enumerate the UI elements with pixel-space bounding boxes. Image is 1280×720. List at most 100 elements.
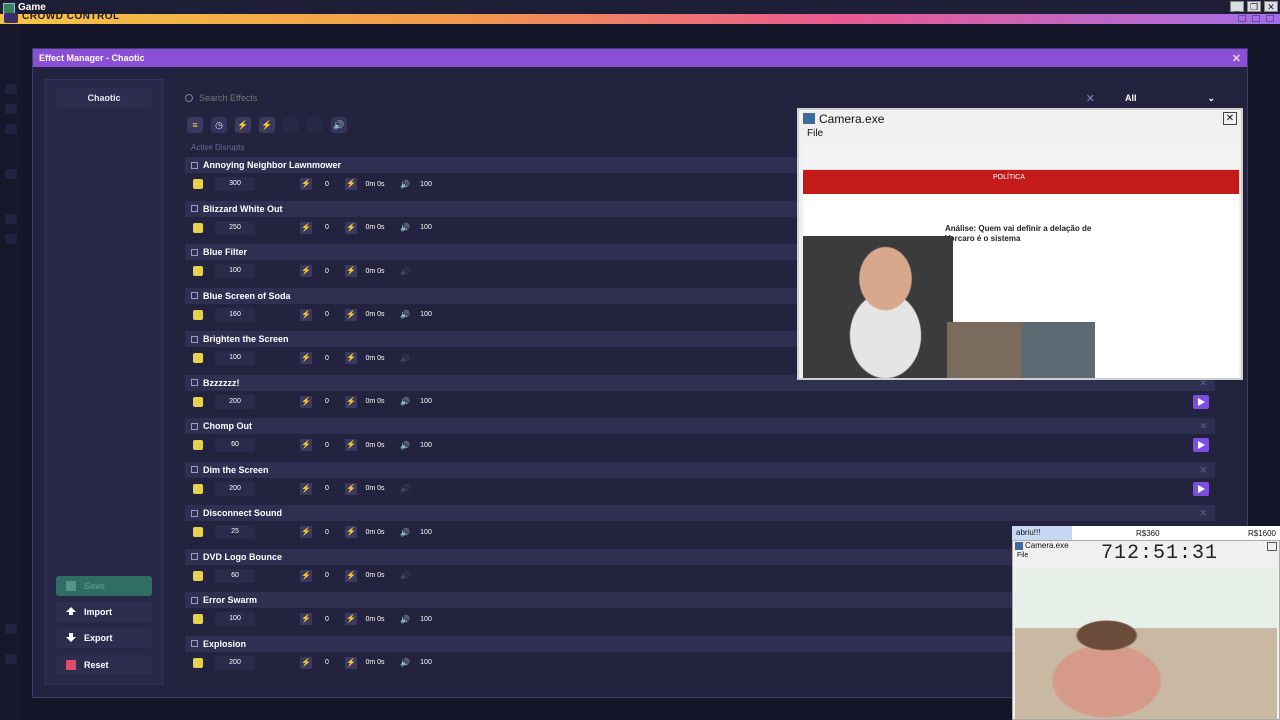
cost-input[interactable]: 160: [215, 307, 255, 322]
coin-icon[interactable]: ≡: [187, 117, 203, 133]
volume-value[interactable]: 100: [413, 311, 439, 318]
cost-input[interactable]: 100: [215, 351, 255, 365]
rail-icon[interactable]: [5, 654, 17, 664]
volume-value[interactable]: 100: [413, 659, 439, 666]
camera-menu-file[interactable]: File: [799, 128, 1241, 142]
app-close-icon[interactable]: [1266, 15, 1274, 22]
cooldown-value[interactable]: 0: [317, 224, 337, 231]
cooldown-value[interactable]: 0: [317, 355, 337, 362]
rail-icon[interactable]: [5, 624, 17, 634]
cooldown-value[interactable]: 0: [317, 268, 337, 275]
app-window-controls: [1238, 15, 1274, 22]
effect-type-icon: [191, 161, 198, 169]
duration-value[interactable]: 0m 0s: [362, 442, 388, 449]
camera2-close-button[interactable]: ✕: [1267, 542, 1277, 551]
overlay-price-1: R$360: [1136, 529, 1160, 538]
cost-input[interactable]: 200: [215, 481, 255, 496]
cooldown-value[interactable]: 0: [317, 181, 337, 188]
duration-value[interactable]: 0m 0s: [362, 485, 388, 492]
cost-input[interactable]: 60: [215, 438, 255, 452]
clear-search-button[interactable]: ✕: [1086, 92, 1095, 105]
volume-value[interactable]: 100: [413, 529, 439, 536]
maximize-button[interactable]: ❐: [1247, 1, 1261, 12]
duration-value[interactable]: 0m 0s: [362, 311, 388, 318]
effect-type-icon: [191, 509, 198, 517]
save-button[interactable]: Save: [56, 576, 152, 596]
effect-name: Annoying Neighbor Lawnmower: [203, 160, 342, 170]
rail-icon[interactable]: [5, 214, 17, 224]
disabled-icon[interactable]: [307, 117, 323, 133]
remove-effect-icon[interactable]: ✕: [1199, 421, 1207, 432]
bolt-plus-icon[interactable]: ⚡: [259, 117, 275, 133]
remove-effect-icon[interactable]: ✕: [1199, 508, 1207, 519]
duration-value[interactable]: 0m 0s: [362, 398, 388, 405]
duration-value[interactable]: 0m 0s: [362, 616, 388, 623]
cost-input[interactable]: 300: [215, 177, 255, 191]
volume-value[interactable]: 100: [413, 181, 439, 188]
disabled-icon[interactable]: [283, 117, 299, 133]
cooldown-value[interactable]: 0: [317, 529, 337, 536]
volume-icon: 🔊: [400, 440, 410, 450]
duration-value[interactable]: 0m 0s: [362, 659, 388, 666]
play-test-button[interactable]: [1193, 481, 1209, 496]
volume-value[interactable]: 100: [413, 398, 439, 405]
bolt-icon[interactable]: ⚡: [235, 117, 251, 133]
volume-icon[interactable]: 🔊: [331, 117, 347, 133]
filter-dropdown[interactable]: All ⌄: [1121, 89, 1221, 107]
effect-type-icon: [191, 422, 198, 430]
effect-header[interactable]: Chomp Out ✕: [185, 418, 1215, 434]
cost-input[interactable]: 200: [215, 394, 255, 409]
cost-input[interactable]: 100: [215, 264, 255, 278]
cooldown-value[interactable]: 0: [317, 616, 337, 623]
cooldown-value[interactable]: 0: [317, 311, 337, 318]
bolt-icon: ⚡: [300, 395, 312, 408]
dialog-close-button[interactable]: ✕: [1232, 52, 1241, 65]
volume-value[interactable]: 100: [413, 616, 439, 623]
duration-value[interactable]: 0m 0s: [362, 268, 388, 275]
cost-input[interactable]: 25: [215, 525, 255, 539]
cooldown-value[interactable]: 0: [317, 659, 337, 666]
minimize-button[interactable]: _: [1230, 1, 1244, 12]
cost-input[interactable]: 100: [215, 612, 255, 626]
app-maximize-icon[interactable]: [1252, 15, 1260, 22]
dialog-title: Effect Manager - Chaotic: [39, 53, 145, 63]
duration-value[interactable]: 0m 0s: [362, 572, 388, 579]
duration-value[interactable]: 0m 0s: [362, 529, 388, 536]
duration-value[interactable]: 0m 0s: [362, 181, 388, 188]
clock-icon[interactable]: ◷: [211, 117, 227, 133]
profile-item-chaotic[interactable]: Chaotic: [56, 88, 152, 108]
play-test-button[interactable]: [1193, 394, 1209, 409]
play-test-button[interactable]: [1193, 438, 1209, 452]
import-button[interactable]: Import: [56, 602, 152, 622]
volume-icon: 🔊: [400, 658, 410, 667]
close-window-button[interactable]: ✕: [1264, 1, 1278, 12]
effect-name: Chomp Out: [203, 421, 252, 431]
cost-input[interactable]: 250: [215, 220, 255, 235]
app-minimize-icon[interactable]: [1238, 15, 1246, 22]
reset-button[interactable]: Reset: [56, 655, 152, 675]
cost-input[interactable]: 60: [215, 568, 255, 583]
search-input[interactable]: [199, 93, 1079, 103]
effect-header[interactable]: Dim the Screen ✕: [185, 461, 1215, 478]
cooldown-value[interactable]: 0: [317, 442, 337, 449]
effect-header[interactable]: Disconnect Sound ✕: [185, 505, 1215, 521]
export-button[interactable]: Export: [56, 628, 152, 648]
camera-close-button[interactable]: ✕: [1223, 112, 1237, 125]
volume-value[interactable]: 100: [413, 224, 439, 231]
cost-input[interactable]: 200: [215, 655, 255, 670]
volume-icon: 🔊: [400, 571, 410, 580]
rail-icon[interactable]: [5, 169, 17, 179]
rail-icon[interactable]: [5, 234, 17, 244]
volume-value[interactable]: 100: [413, 442, 439, 449]
cooldown-value[interactable]: 0: [317, 485, 337, 492]
camera-window: Camera.exe ✕ File POLÍTICA Análise: Quem…: [797, 108, 1243, 380]
cooldown-value[interactable]: 0: [317, 572, 337, 579]
duration-value[interactable]: 0m 0s: [362, 224, 388, 231]
rail-icon[interactable]: [5, 104, 17, 114]
rail-icon[interactable]: [5, 84, 17, 94]
cooldown-value[interactable]: 0: [317, 398, 337, 405]
rail-icon[interactable]: [5, 124, 17, 134]
remove-effect-icon[interactable]: ✕: [1199, 465, 1207, 476]
duration-value[interactable]: 0m 0s: [362, 355, 388, 362]
bolt-plus-icon: ⚡: [345, 613, 357, 625]
